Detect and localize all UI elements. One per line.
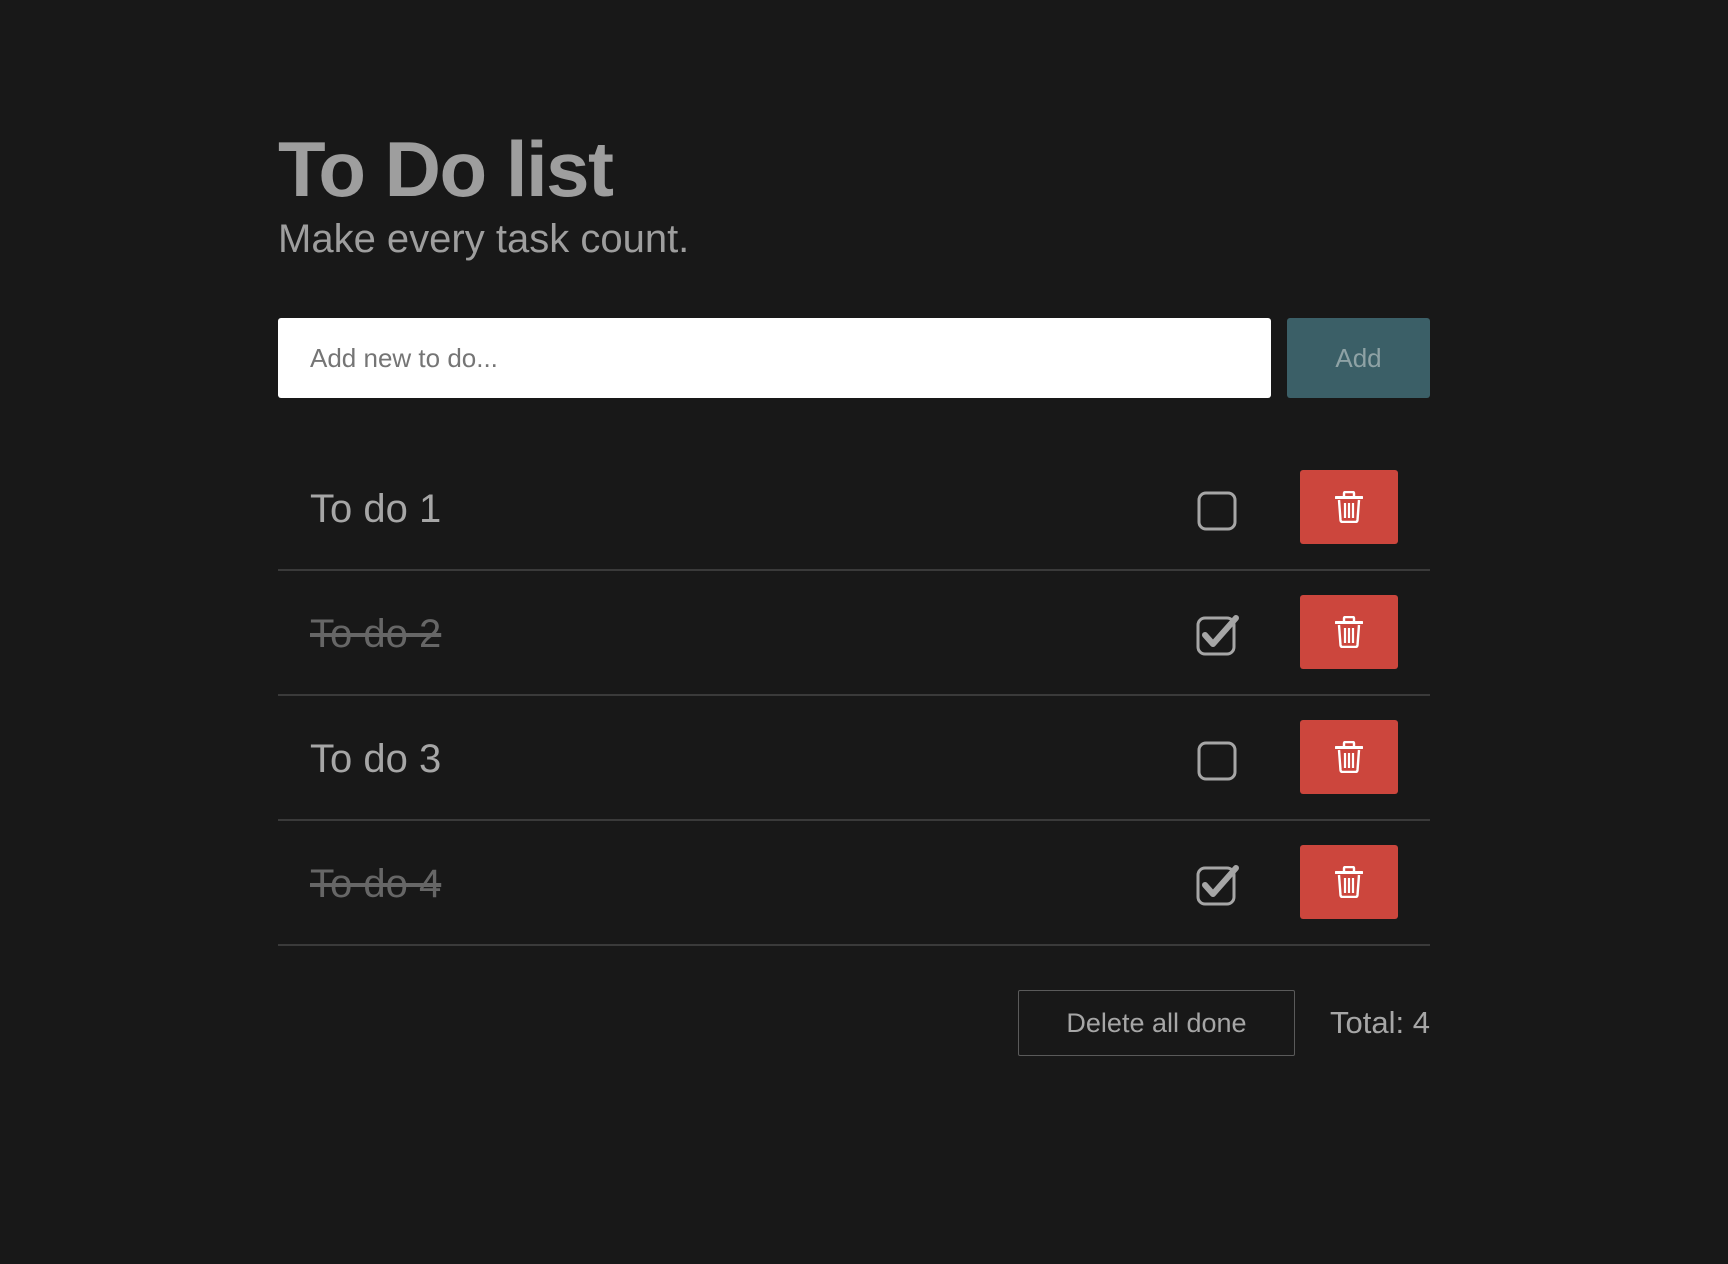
page-title: To Do list <box>278 125 614 213</box>
trash-icon <box>1335 866 1363 898</box>
todo-checkbox[interactable] <box>1192 736 1242 786</box>
list-footer: Delete all done Total: 4 <box>278 990 1430 1056</box>
todo-checkbox[interactable] <box>1192 611 1242 661</box>
todo-item: To do 2 <box>278 571 1430 696</box>
todo-text: To do 3 <box>310 737 442 781</box>
todo-text: To do 4 <box>310 862 442 906</box>
trash-icon <box>1335 491 1363 523</box>
todo-text: To do 2 <box>310 612 442 656</box>
todo-text: To do 1 <box>310 487 442 531</box>
delete-todo-button[interactable] <box>1300 720 1398 794</box>
delete-todo-button[interactable] <box>1300 845 1398 919</box>
delete-all-done-button[interactable]: Delete all done <box>1018 990 1295 1056</box>
todo-checkbox[interactable] <box>1192 861 1242 911</box>
todo-item: To do 1 <box>278 446 1430 571</box>
delete-todo-button[interactable] <box>1300 595 1398 669</box>
add-todo-form: Add <box>278 318 1430 398</box>
total-count: Total: 4 <box>1330 1005 1430 1040</box>
square-icon <box>1197 491 1237 531</box>
todo-checkbox[interactable] <box>1192 486 1242 536</box>
new-todo-input[interactable] <box>278 318 1271 398</box>
delete-todo-button[interactable] <box>1300 470 1398 544</box>
todo-list: To do 1 To do 2 To do 3 To do 4 <box>278 446 1430 946</box>
square-icon <box>1197 741 1237 781</box>
check-square-icon <box>1196 615 1239 656</box>
add-button[interactable]: Add <box>1287 318 1430 398</box>
trash-icon <box>1335 741 1363 773</box>
trash-icon <box>1335 616 1363 648</box>
todo-item: To do 4 <box>278 821 1430 946</box>
page-subtitle: Make every task count. <box>278 217 690 261</box>
check-square-icon <box>1196 865 1239 906</box>
todo-item: To do 3 <box>278 696 1430 821</box>
